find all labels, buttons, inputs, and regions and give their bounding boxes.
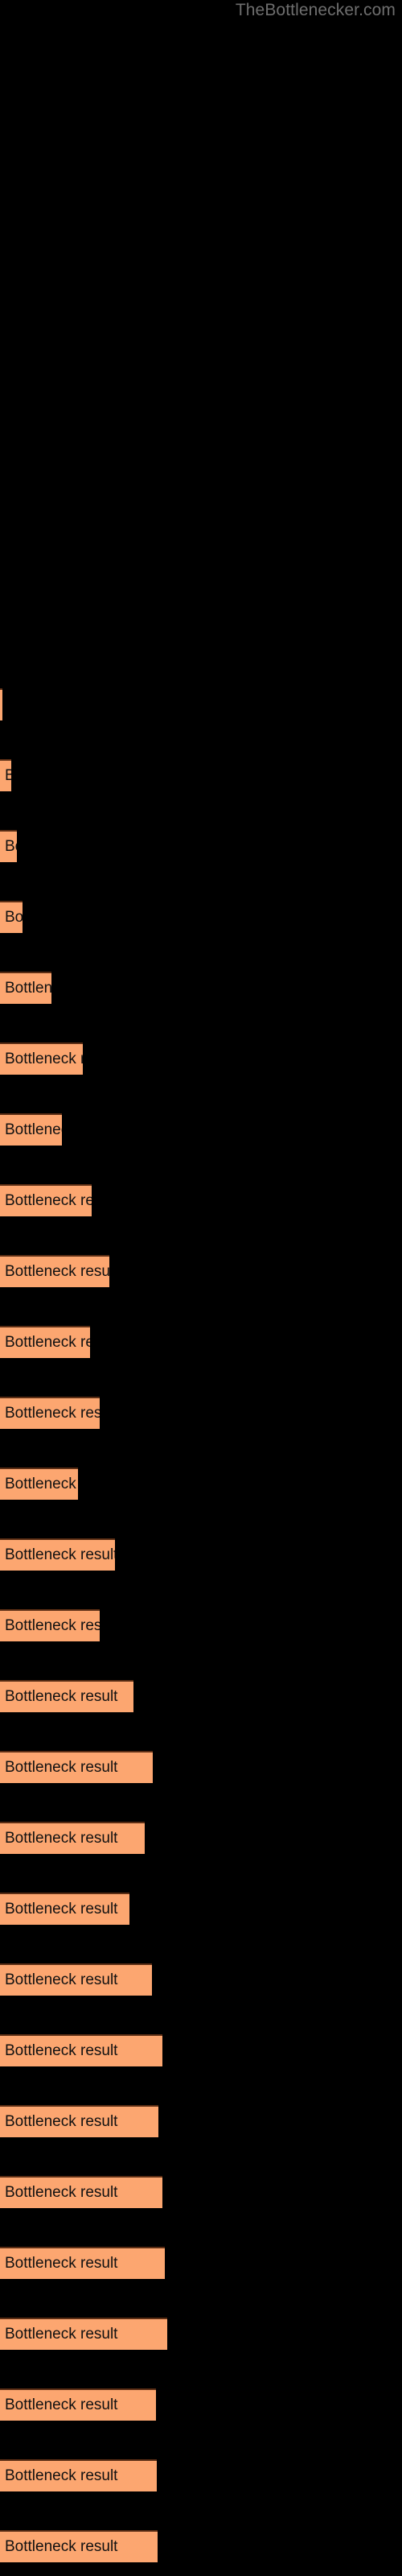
bar-fill bbox=[0, 2459, 157, 2491]
bar: Bottleneck result bbox=[0, 2530, 158, 2562]
bar-fill bbox=[0, 1963, 152, 1996]
bar-row: Bottleneck result bbox=[0, 1397, 100, 1429]
bar-row: Bottleneck result bbox=[0, 1751, 153, 1783]
bar-fill bbox=[0, 1042, 83, 1075]
bar: Bottleneck result bbox=[0, 2247, 165, 2279]
bar: Bottleneck result bbox=[0, 1538, 115, 1571]
bar-fill bbox=[0, 759, 11, 791]
bar-fill bbox=[0, 1184, 92, 1216]
bar: Bottleneck result bbox=[0, 1680, 133, 1712]
bar-row: Bottleneck result bbox=[0, 1468, 78, 1500]
bar: Bottleneck result bbox=[0, 1113, 62, 1146]
bar-fill bbox=[0, 1609, 100, 1641]
bar: Bottleneck result bbox=[0, 1042, 83, 1075]
bar-fill bbox=[0, 1822, 145, 1854]
bar-row: Bottleneck result bbox=[0, 1822, 145, 1854]
bar-row: Bottleneck result bbox=[0, 2176, 162, 2208]
chart-plot-area: Bottleneck result Bottleneck result Bottle… bbox=[0, 0, 402, 2576]
bar-row: Bottleneck result bbox=[0, 2318, 167, 2350]
bar: Bottleneck result bbox=[0, 1751, 153, 1783]
bar-fill bbox=[0, 2034, 162, 2066]
bar-fill bbox=[0, 1255, 109, 1287]
bar-fill bbox=[0, 688, 2, 720]
bar-fill bbox=[0, 2530, 158, 2562]
bar-row: Bottleneck result bbox=[0, 1042, 83, 1075]
bar-fill bbox=[0, 1680, 133, 1712]
bar: Bottleneck result bbox=[0, 2105, 158, 2137]
bar-fill bbox=[0, 1326, 90, 1358]
bar-row: Bottleneck result bbox=[0, 1893, 129, 1925]
bar-row: Bottleneck result bbox=[0, 830, 17, 862]
bar-row: Bottleneck result bbox=[0, 759, 11, 791]
bar-row: Bottleneck result bbox=[0, 901, 23, 933]
bar-row: Bottleneck result bbox=[0, 688, 2, 720]
bar-fill bbox=[0, 2176, 162, 2208]
bar-fill bbox=[0, 1538, 115, 1571]
bar: Bottleneck result bbox=[0, 901, 23, 933]
bar-fill bbox=[0, 2105, 158, 2137]
bar-row: Bottleneck result bbox=[0, 1609, 100, 1641]
bar-fill bbox=[0, 1113, 62, 1146]
bar-row: Bottleneck result bbox=[0, 2459, 157, 2491]
bar-fill bbox=[0, 1468, 78, 1500]
bar: Bottleneck result bbox=[0, 1184, 92, 1216]
bar: Bottleneck result bbox=[0, 1468, 78, 1500]
bar: Bottleneck result bbox=[0, 1609, 100, 1641]
bar-fill bbox=[0, 901, 23, 933]
bar: Bottleneck result bbox=[0, 2034, 162, 2066]
bar-row: Bottleneck result bbox=[0, 972, 51, 1004]
bar-row: Bottleneck result bbox=[0, 1538, 115, 1571]
bar: Bottleneck result bbox=[0, 1397, 100, 1429]
bar: Bottleneck result bbox=[0, 2459, 157, 2491]
bar: Bottleneck result bbox=[0, 2176, 162, 2208]
bar-row: Bottleneck result bbox=[0, 1255, 109, 1287]
bar-row: Bottleneck result bbox=[0, 1113, 62, 1146]
bar: Bottleneck result bbox=[0, 972, 51, 1004]
bar-fill bbox=[0, 972, 51, 1004]
bar: Bottleneck result bbox=[0, 1963, 152, 1996]
bar-row: Bottleneck result bbox=[0, 2388, 156, 2421]
bar: Bottleneck result bbox=[0, 1893, 129, 1925]
bar: Bottleneck result bbox=[0, 1255, 109, 1287]
bar-fill bbox=[0, 2247, 165, 2279]
bar: Bottleneck result bbox=[0, 1326, 90, 1358]
bar-row: Bottleneck result bbox=[0, 2530, 158, 2562]
bar-row: Bottleneck result bbox=[0, 1184, 92, 1216]
bar-row: Bottleneck result bbox=[0, 2034, 162, 2066]
bar-fill bbox=[0, 1397, 100, 1429]
bar-fill bbox=[0, 2318, 167, 2350]
bottleneck-chart: TheBottlenecker.com Bottleneck resultBot… bbox=[0, 0, 402, 2576]
bar-row: Bottleneck result bbox=[0, 2105, 158, 2137]
bar: Bottleneck result bbox=[0, 2318, 167, 2350]
bar-fill bbox=[0, 2388, 156, 2421]
bar: Bottleneck result bbox=[0, 688, 2, 720]
bar: Bottleneck result bbox=[0, 1822, 145, 1854]
bar-row: Bottleneck result bbox=[0, 2247, 165, 2279]
bar-fill bbox=[0, 830, 17, 862]
bar-fill bbox=[0, 1893, 129, 1925]
bar-row: Bottleneck result bbox=[0, 1963, 152, 1996]
bar-row: Bottleneck result bbox=[0, 1326, 90, 1358]
bar-fill bbox=[0, 1751, 153, 1783]
bar: Bottleneck result bbox=[0, 830, 17, 862]
bar: Bottleneck result bbox=[0, 759, 11, 791]
bar: Bottleneck result bbox=[0, 2388, 156, 2421]
bar-row: Bottleneck result bbox=[0, 1680, 133, 1712]
